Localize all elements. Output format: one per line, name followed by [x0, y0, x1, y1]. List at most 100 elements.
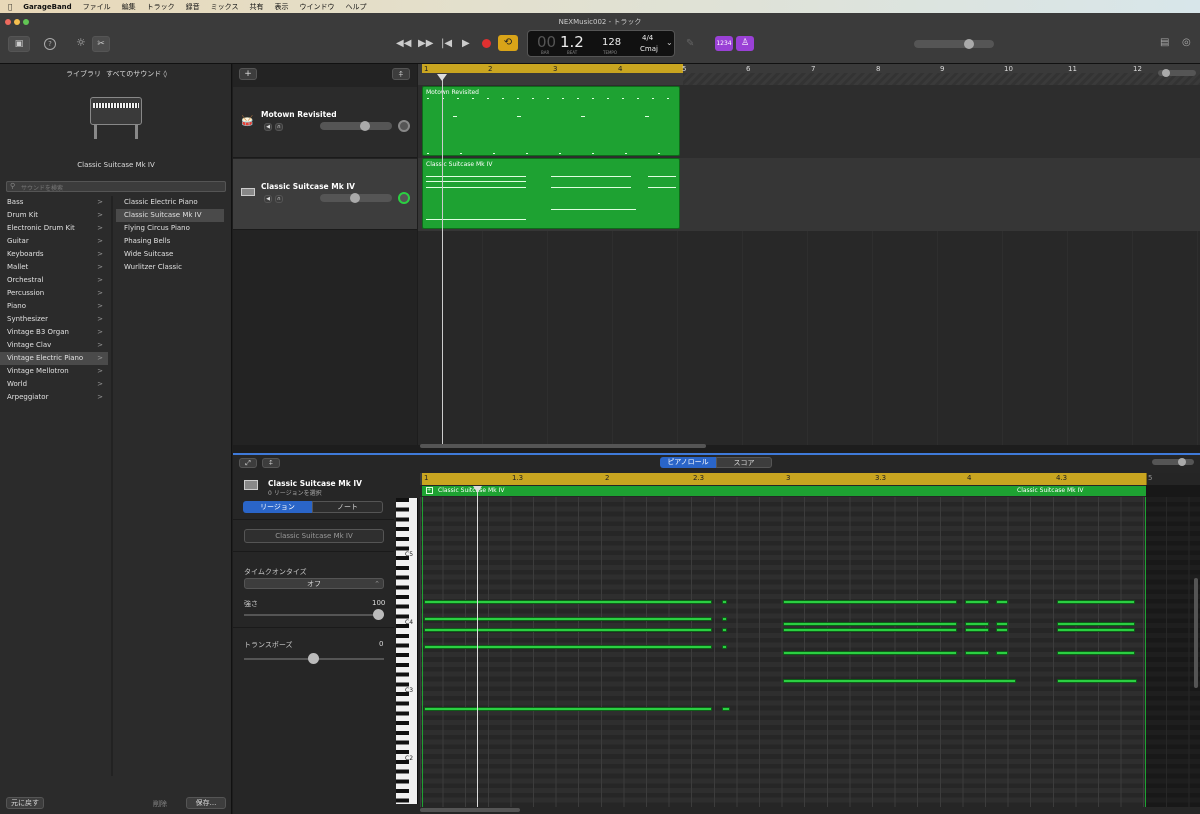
editors-icon[interactable]: ✂ — [92, 36, 110, 52]
count-in-button[interactable]: 1234 — [715, 36, 733, 51]
category-vintage-clav[interactable]: Vintage Clav > — [0, 339, 108, 352]
track-header-motown[interactable]: 🥁 Motown Revisited ◀ ∩ — [233, 87, 417, 158]
category-bass[interactable]: Bass > — [0, 196, 108, 209]
menu-view[interactable]: 表示 — [274, 2, 288, 12]
category-vintage-b3-organ[interactable]: Vintage B3 Organ > — [0, 326, 108, 339]
headphones-icon[interactable]: ∩ — [275, 123, 283, 131]
go-to-start-icon[interactable]: |◀ — [441, 38, 452, 49]
midi-note[interactable] — [722, 600, 727, 604]
cycle-icon[interactable]: ⟲ — [498, 35, 518, 51]
chevron-down-icon[interactable]: ⌄ — [666, 38, 673, 47]
headphones-icon[interactable]: ∩ — [275, 195, 283, 203]
category-orchestral[interactable]: Orchestral > — [0, 274, 108, 287]
midi-note[interactable] — [1057, 600, 1135, 604]
menu-app[interactable]: GarageBand — [23, 3, 71, 11]
category-keyboards[interactable]: Keyboards > — [0, 248, 108, 261]
tab-piano-roll[interactable]: ピアノロール — [660, 457, 716, 468]
midi-note[interactable] — [722, 617, 727, 621]
category-arpeggiator[interactable]: Arpeggiator > — [0, 391, 108, 404]
delete-button[interactable]: 削除 — [153, 799, 167, 809]
zoom-slider[interactable] — [1158, 69, 1196, 77]
patch-item[interactable]: Flying Circus Piano — [116, 222, 224, 235]
zoom-window-button[interactable] — [23, 19, 29, 25]
category-vintage-mellotron[interactable]: Vintage Mellotron > — [0, 365, 108, 378]
midi-note[interactable] — [722, 645, 727, 649]
notepad-icon[interactable]: ▤ — [1160, 37, 1169, 48]
midi-note[interactable] — [783, 600, 957, 604]
midi-note[interactable] — [1057, 651, 1135, 655]
midi-note[interactable] — [424, 600, 712, 604]
menu-help[interactable]: ヘルプ — [345, 2, 366, 12]
region-name-field[interactable]: Classic Suitcase Mk IV — [244, 529, 384, 543]
editor-tool-icon[interactable]: ⤢ — [239, 458, 257, 468]
piano-keyboard[interactable]: C5 C4 C3 C2 — [396, 498, 418, 804]
apple-icon[interactable]:  — [8, 3, 12, 11]
menu-share[interactable]: 共有 — [249, 2, 263, 12]
menu-track[interactable]: トラック — [147, 2, 175, 12]
patch-item-selected[interactable]: Classic Suitcase Mk IV — [116, 209, 224, 222]
editor-playhead[interactable] — [477, 486, 478, 807]
pan-knob[interactable] — [398, 120, 410, 132]
menu-record[interactable]: 録音 — [186, 2, 200, 12]
midi-note[interactable] — [783, 622, 957, 626]
tuner-icon[interactable]: ✎ — [686, 38, 694, 49]
category-synthesizer[interactable]: Synthesizer > — [0, 313, 108, 326]
editor-ruler[interactable]: 1 1.3 2 2.3 3 3.3 4 4.3 5 — [420, 473, 1200, 485]
category-mallet[interactable]: Mallet > — [0, 261, 108, 274]
midi-note[interactable] — [424, 645, 712, 649]
master-volume-slider[interactable] — [914, 39, 994, 49]
midi-note[interactable] — [722, 628, 727, 632]
record-button[interactable] — [482, 39, 491, 48]
close-window-button[interactable] — [5, 19, 11, 25]
transpose-slider[interactable] — [244, 653, 384, 664]
track-volume-slider[interactable] — [320, 121, 392, 131]
region-motown[interactable]: Motown Revisited — [422, 86, 680, 156]
menu-window[interactable]: ウインドウ — [299, 2, 334, 12]
patch-item[interactable]: Wide Suitcase — [116, 248, 224, 261]
menu-mix[interactable]: ミックス — [211, 2, 239, 12]
segment-region[interactable]: リージョン — [243, 501, 312, 513]
midi-note[interactable] — [1057, 622, 1135, 626]
midi-note[interactable] — [783, 651, 957, 655]
category-vintage-electric-piano[interactable]: Vintage Electric Piano > — [0, 352, 108, 365]
midi-note[interactable] — [996, 628, 1008, 632]
library-toggle-icon[interactable]: ▣ — [8, 36, 30, 52]
midi-note[interactable] — [965, 600, 989, 604]
category-guitar[interactable]: Guitar > — [0, 235, 108, 248]
save-button[interactable]: 保存... — [186, 797, 226, 809]
metronome-icon[interactable]: ♙ — [736, 36, 754, 51]
category-world[interactable]: World > — [0, 378, 108, 391]
horizontal-scrollbar[interactable] — [420, 444, 706, 448]
menu-file[interactable]: ファイル — [83, 2, 111, 12]
strength-slider[interactable] — [244, 609, 384, 620]
mute-icon[interactable]: ◀ — [264, 123, 272, 131]
midi-note[interactable] — [965, 622, 989, 626]
category-electronic-drum-kit[interactable]: Electronic Drum Kit > — [0, 222, 108, 235]
category-drum-kit[interactable]: Drum Kit > — [0, 209, 108, 222]
midi-note[interactable] — [424, 617, 712, 621]
playhead[interactable] — [442, 75, 443, 445]
menu-edit[interactable]: 編集 — [122, 2, 136, 12]
segment-note[interactable]: ノート — [312, 501, 383, 513]
editor-vertical-scrollbar[interactable] — [1194, 578, 1198, 688]
category-piano[interactable]: Piano > — [0, 300, 108, 313]
library-sounds-menu[interactable]: すべてのサウンド ◊ — [106, 69, 167, 79]
rewind-icon[interactable]: ◀◀ — [396, 38, 411, 49]
track-header-suitcase[interactable]: Classic Suitcase Mk IV ◀ ∩ — [233, 159, 417, 230]
minimize-window-button[interactable] — [14, 19, 20, 25]
midi-note[interactable] — [424, 628, 712, 632]
fast-forward-icon[interactable]: ▶▶ — [418, 38, 433, 49]
lcd-display[interactable]: 00 1.2 BAR BEAT 128 TEMPO 4/4 Cmaj ⌄ — [527, 30, 675, 57]
midi-note[interactable] — [996, 622, 1008, 626]
midi-note[interactable] — [996, 600, 1008, 604]
patch-item[interactable]: Classic Electric Piano — [116, 196, 224, 209]
midi-note[interactable] — [783, 679, 1016, 683]
patch-item[interactable]: Phasing Bells — [116, 235, 224, 248]
midi-note[interactable] — [965, 651, 989, 655]
editor-region-bar[interactable]: + Classic Suitcase Mk IV Classic Suitcas… — [422, 486, 1146, 496]
category-percussion[interactable]: Percussion > — [0, 287, 108, 300]
tab-score[interactable]: スコア — [716, 457, 772, 468]
play-icon[interactable]: ▶ — [462, 38, 470, 49]
midi-note[interactable] — [1057, 679, 1137, 683]
midi-note[interactable] — [996, 651, 1008, 655]
